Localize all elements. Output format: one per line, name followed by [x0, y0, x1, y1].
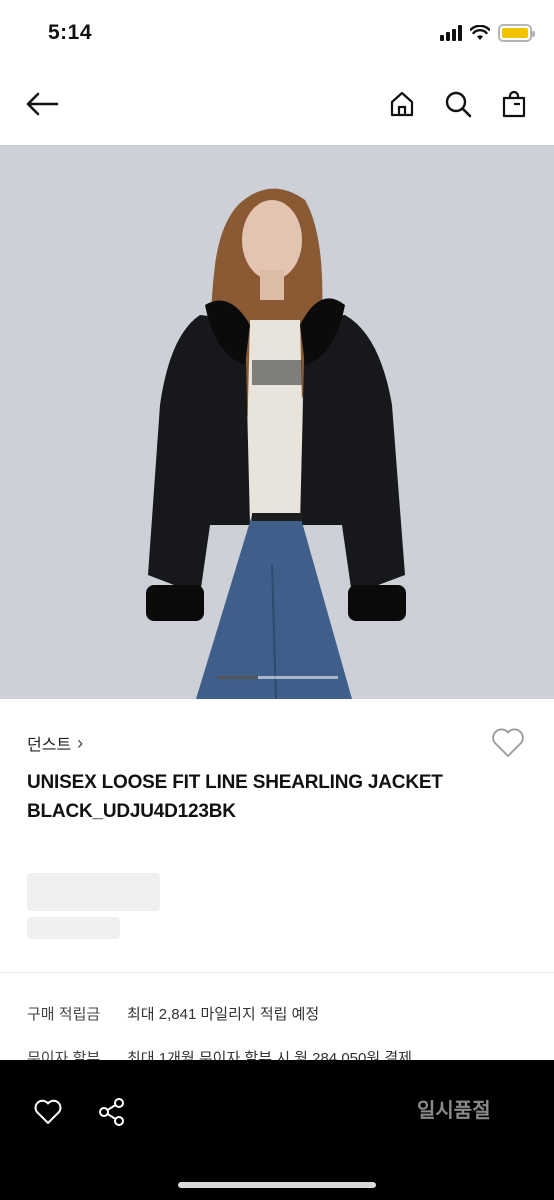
bottom-action-bar: 일시품절	[0, 1060, 554, 1200]
battery-icon	[498, 24, 535, 42]
cellular-signal-icon	[440, 25, 462, 41]
price-skeleton	[27, 873, 160, 911]
top-navigation	[0, 76, 554, 136]
status-icons	[440, 24, 535, 42]
brand-name: 던스트	[27, 737, 72, 754]
discount-skeleton	[27, 917, 120, 939]
share-icon	[99, 1098, 124, 1126]
share-button[interactable]	[92, 1092, 132, 1132]
bottom-wishlist-button[interactable]	[28, 1092, 68, 1132]
search-icon	[445, 91, 472, 118]
back-button[interactable]	[24, 86, 60, 122]
home-icon	[390, 91, 414, 117]
carousel-progress	[218, 676, 338, 679]
mileage-row: 구매 적립금 최대 2,841 마일리지 적립 예정	[27, 1003, 319, 1024]
product-photo	[0, 145, 554, 699]
shopping-bag-icon	[502, 90, 526, 118]
sold-out-button[interactable]: 일시품절	[417, 1094, 491, 1123]
wifi-icon	[470, 25, 490, 40]
mileage-label: 구매 적립금	[27, 1006, 101, 1023]
carousel-progress-active	[218, 676, 258, 679]
cart-button[interactable]	[496, 86, 532, 122]
wishlist-button[interactable]	[490, 727, 526, 763]
back-arrow-icon	[26, 92, 59, 116]
mileage-value: 최대 2,841 마일리지 적립 예정	[127, 1006, 320, 1023]
section-divider	[0, 972, 554, 973]
chevron-right-icon: ›	[77, 732, 84, 753]
status-bar: 5:14	[0, 0, 554, 66]
home-button[interactable]	[384, 86, 420, 122]
product-image-carousel[interactable]	[0, 145, 554, 699]
heart-icon	[34, 1099, 62, 1124]
search-button[interactable]	[440, 86, 476, 122]
home-indicator	[178, 1182, 376, 1188]
brand-link[interactable]: 던스트 ›	[27, 731, 83, 755]
status-time: 5:14	[48, 21, 93, 44]
battery-level	[502, 28, 528, 38]
heart-icon	[492, 728, 524, 757]
product-title: UNISEX LOOSE FIT LINE SHEARLING JACKET B…	[27, 772, 443, 822]
